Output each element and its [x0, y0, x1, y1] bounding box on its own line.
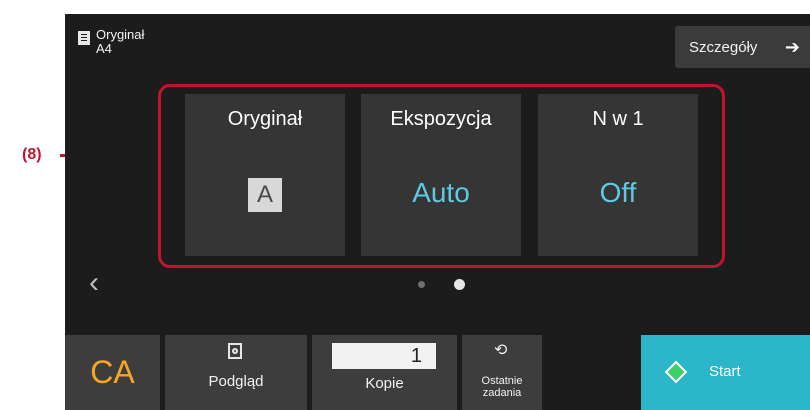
- copier-screen: Oryginał A4 Szczegóły ➔ Oryginał A Ekspo…: [65, 14, 810, 410]
- tile-exposure[interactable]: Ekspozycja Auto: [361, 94, 521, 256]
- callout-label: (8): [22, 146, 42, 163]
- start-diamond-icon: [664, 360, 688, 384]
- chevron-left-icon[interactable]: ‹: [89, 266, 99, 300]
- page-dot-1[interactable]: [418, 281, 425, 288]
- tile-title: N w 1: [592, 108, 644, 130]
- clear-all-button[interactable]: CA: [65, 335, 160, 410]
- tile-value: Off: [599, 177, 637, 208]
- original-a-icon: A: [248, 178, 282, 212]
- tile-original[interactable]: Oryginał A: [185, 94, 345, 256]
- preview-icon: [228, 343, 242, 359]
- history-icon: ⟲: [494, 342, 508, 359]
- page-dot-2-active[interactable]: [454, 279, 465, 290]
- recent-jobs-label: Ostatnie zadania: [481, 375, 523, 399]
- start-label: Start: [709, 363, 741, 380]
- copies-count-field[interactable]: 1: [332, 343, 436, 369]
- tile-title: Ekspozycja: [390, 108, 492, 130]
- document-icon: [78, 31, 90, 45]
- tile-title: Oryginał: [227, 108, 303, 130]
- tile-n-in-1[interactable]: N w 1 Off: [538, 94, 698, 256]
- original-label: Oryginał: [96, 27, 145, 42]
- preview-label: Podgląd: [208, 373, 264, 390]
- details-button-label: Szczegóły: [689, 38, 758, 56]
- original-size: A4: [96, 41, 112, 56]
- recent-jobs-button[interactable]: ⟲ Ostatnie zadania: [462, 335, 542, 410]
- copies-button[interactable]: 1 Kopie: [312, 335, 457, 410]
- start-button[interactable]: Start: [641, 335, 810, 410]
- copies-label: Kopie: [365, 375, 404, 392]
- clear-all-label: CA: [90, 354, 135, 390]
- arrow-right-icon: ➔: [784, 37, 800, 57]
- tile-value: Auto: [412, 177, 470, 208]
- preview-button[interactable]: Podgląd: [165, 335, 307, 410]
- details-button[interactable]: Szczegóły ➔: [675, 26, 810, 68]
- original-info: Oryginał A4: [78, 28, 144, 56]
